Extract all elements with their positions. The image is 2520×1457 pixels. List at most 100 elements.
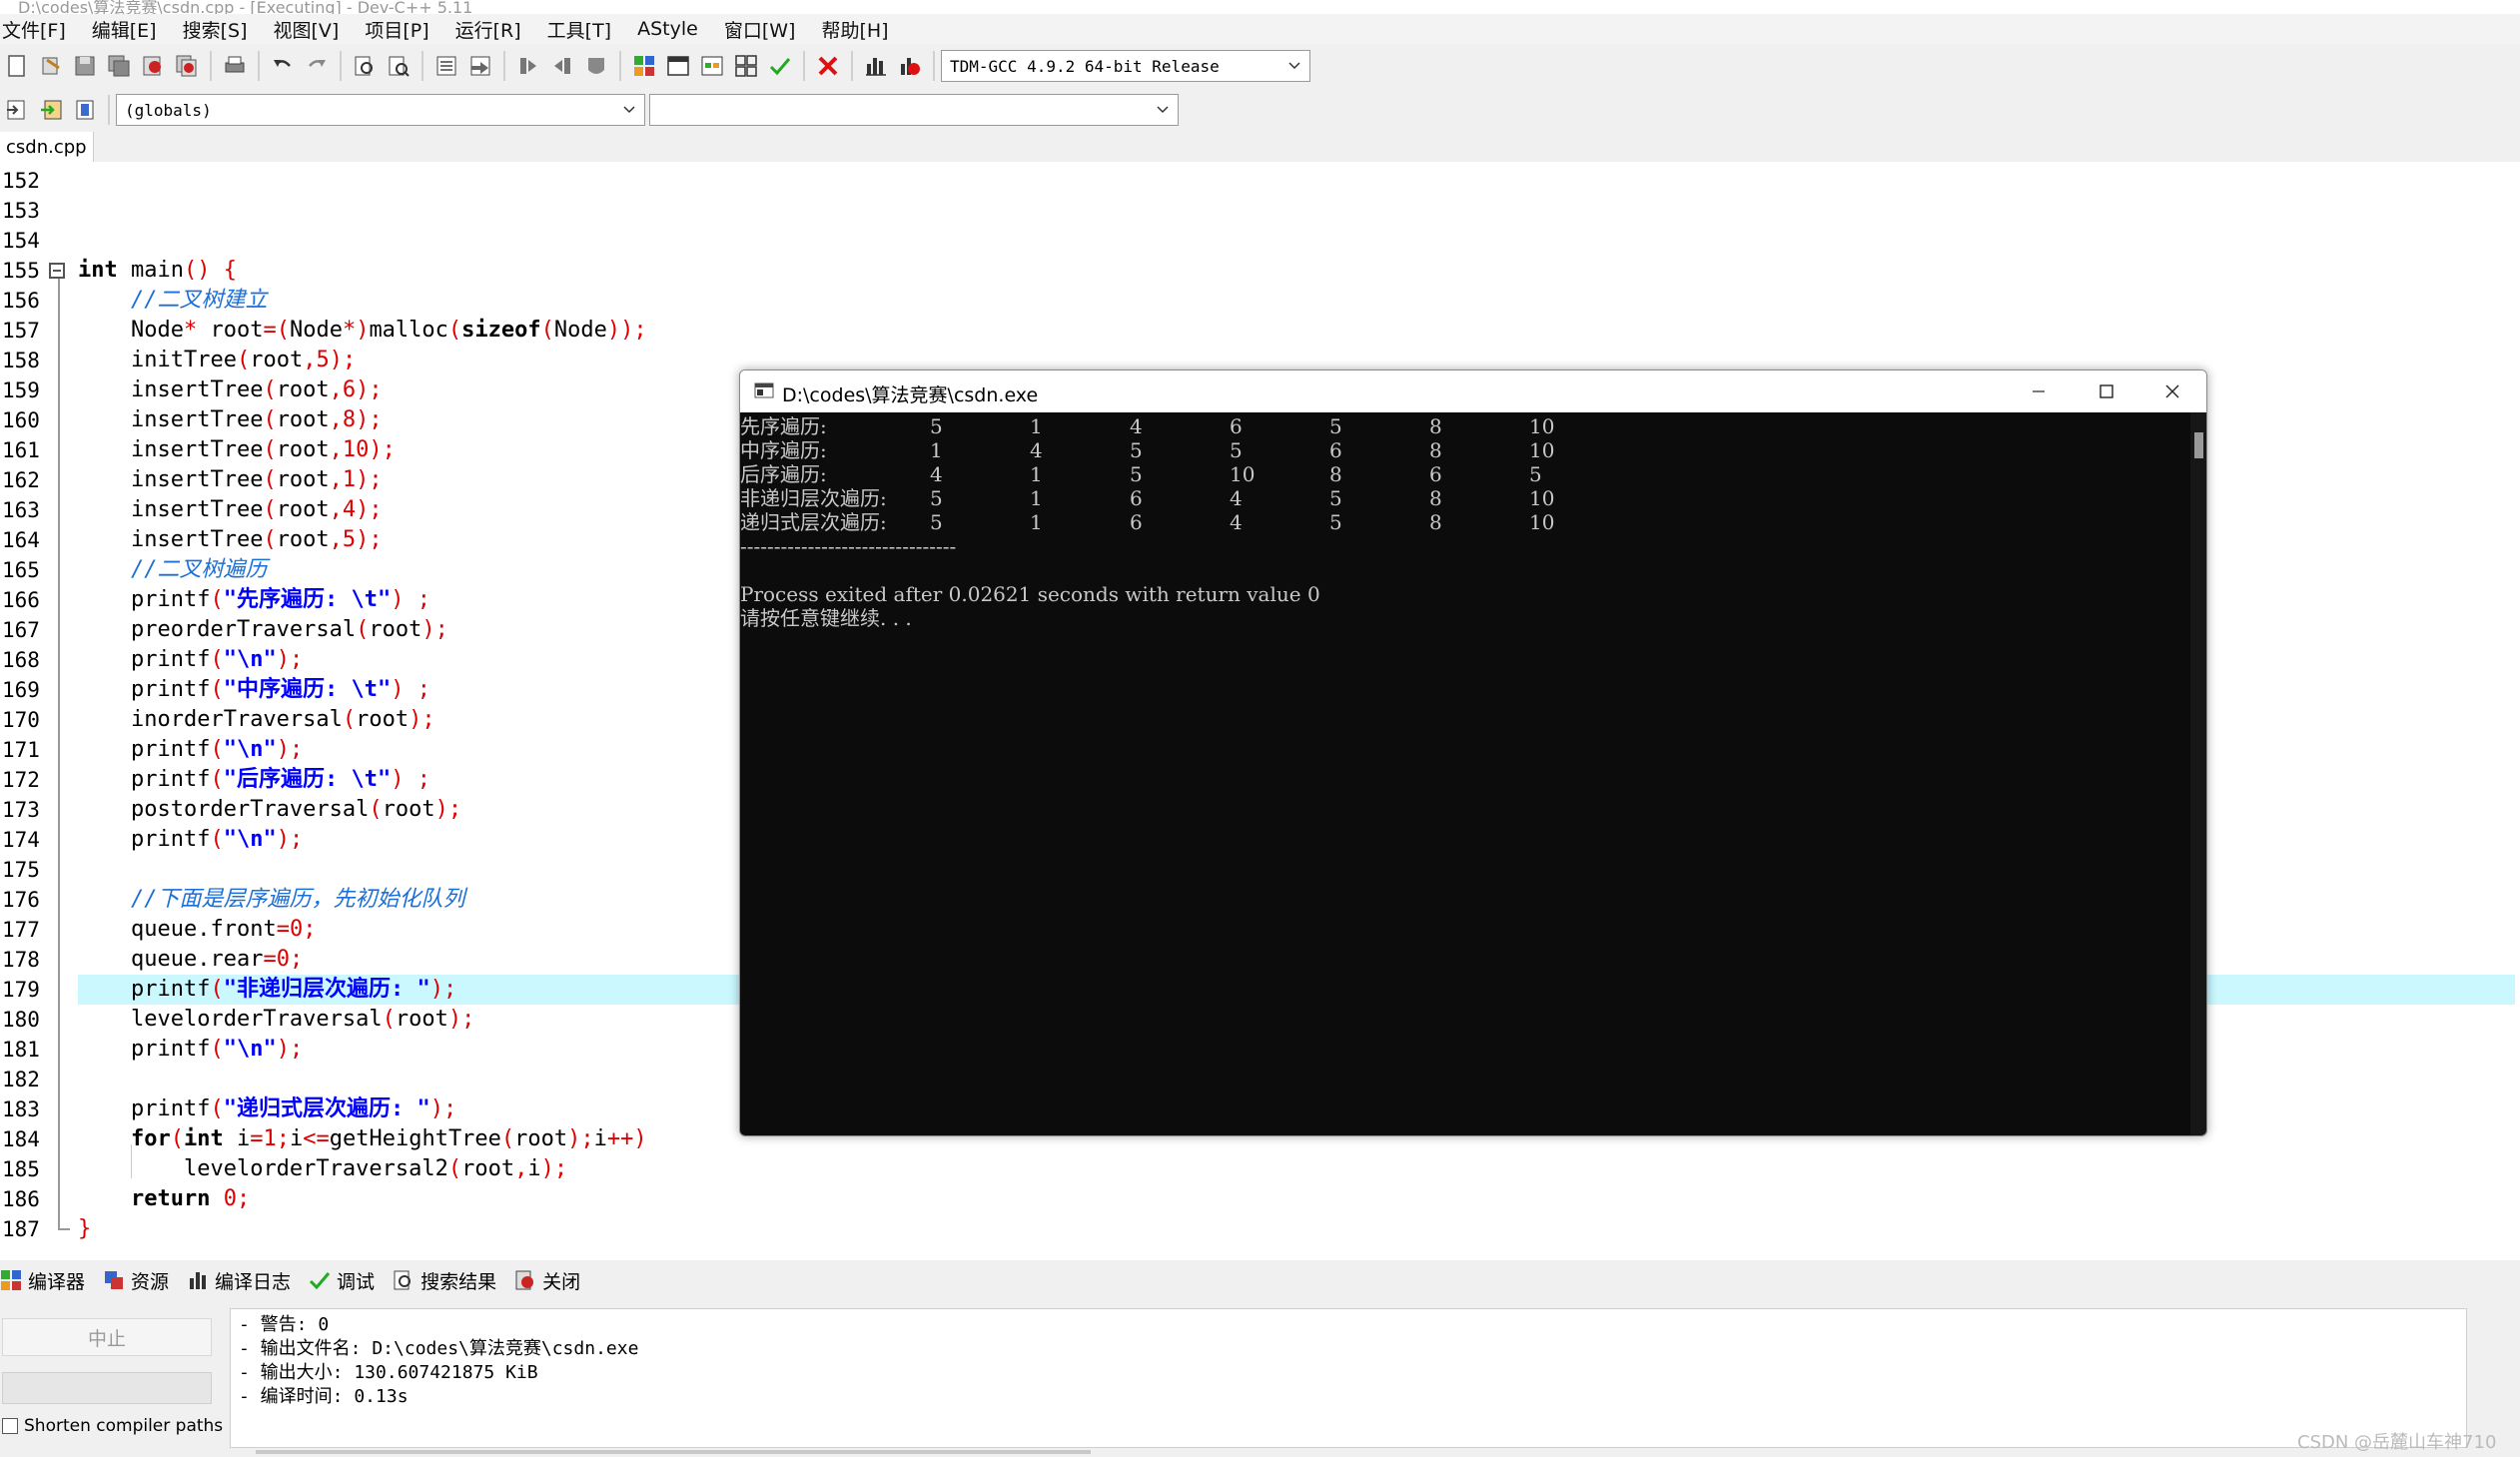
log-horizontal-scrollbar[interactable]	[256, 1450, 1091, 1454]
tab-close[interactable]: 关闭	[514, 1267, 580, 1294]
compile-button[interactable]	[630, 52, 658, 80]
console-scrollbar-thumb[interactable]	[2194, 432, 2203, 458]
code-line[interactable]: return 0;	[78, 1184, 250, 1214]
toolbar-separator	[933, 51, 935, 81]
code-line[interactable]: printf("\n");	[78, 645, 303, 675]
code-line[interactable]: initTree(root,5);	[78, 346, 356, 375]
menu-item[interactable]: 窗口[W]	[722, 16, 806, 43]
console-window[interactable]: D:\codes\算法竞赛\csdn.exe 先序遍历: 5 1 4 6 5 8 10 中序遍历…	[739, 369, 2207, 1136]
bottom-panel-tabs: 编译器 资源 编译日志 调试 搜索结果 关闭	[0, 1260, 2520, 1300]
code-line[interactable]: levelorderTraversal2(root,i);	[78, 1154, 567, 1184]
menu-item[interactable]: 视图[V]	[272, 16, 350, 43]
run-button[interactable]	[664, 52, 692, 80]
code-line[interactable]: levelorderTraversal(root);	[78, 1005, 474, 1035]
code-line[interactable]: }	[78, 1214, 91, 1244]
new-file-button[interactable]	[3, 52, 31, 80]
code-line[interactable]: inorderTraversal(root);	[78, 705, 435, 735]
code-line[interactable]: insertTree(root,8);	[78, 405, 383, 435]
code-line[interactable]: queue.rear=0;	[78, 945, 303, 975]
code-line[interactable]: printf("\n");	[78, 825, 303, 855]
line-number: 170	[2, 708, 40, 732]
watermark: CSDN @岳麓山车神710	[2297, 1432, 2497, 1453]
comment-button[interactable]	[582, 52, 610, 80]
compile-log-output[interactable]: - 警告: 0 - 输出文件名: D:\codes\算法竞赛\csdn.exe - …	[230, 1308, 2467, 1448]
code-line[interactable]: for(int i=1;i<=getHeightTree(root);i++)	[78, 1124, 647, 1154]
code-line[interactable]: Node* root=(Node*)malloc(sizeof(Node));	[78, 316, 647, 346]
code-line[interactable]: queue.front=0;	[78, 915, 316, 945]
tab-compiler[interactable]: 编译器	[0, 1267, 85, 1294]
menu-item[interactable]: 文件[F]	[0, 16, 76, 43]
resources-icon	[105, 1271, 124, 1289]
goto-line-button[interactable]	[432, 52, 460, 80]
find-button[interactable]	[351, 52, 379, 80]
tab-compile-log[interactable]: 编译日志	[187, 1267, 291, 1294]
code-line[interactable]: printf("中序遍历: \t") ;	[78, 675, 430, 705]
code-line[interactable]: preorderTraversal(root);	[78, 615, 448, 645]
code-line[interactable]: //二叉树遍历	[78, 555, 268, 585]
print-button[interactable]	[221, 52, 249, 80]
console-value: 10	[1529, 438, 1555, 462]
menu-item[interactable]: 工具[T]	[545, 16, 621, 43]
stop-execution-button[interactable]	[814, 52, 842, 80]
menu-item[interactable]: 搜索[S]	[181, 16, 258, 43]
menu-item[interactable]: 帮助[H]	[819, 16, 898, 43]
menu-item[interactable]: 项目[P]	[363, 16, 438, 43]
abort-button[interactable]: 中止	[2, 1318, 212, 1356]
open-file-button[interactable]	[37, 52, 65, 80]
delete-profile-button[interactable]	[896, 52, 924, 80]
code-line[interactable]: printf("先序遍历: \t") ;	[78, 585, 430, 615]
close-file-button[interactable]	[139, 52, 167, 80]
console-title-bar[interactable]: D:\codes\算法竞赛\csdn.exe	[740, 370, 2206, 412]
compile-run-button[interactable]	[698, 52, 726, 80]
profile-button[interactable]	[862, 52, 890, 80]
symbol-select[interactable]	[649, 94, 1179, 126]
code-line[interactable]: printf("\n");	[78, 735, 303, 765]
shorten-paths-option[interactable]: Shorten compiler paths	[2, 1416, 223, 1436]
line-number: 176	[2, 888, 40, 912]
code-line[interactable]: postorderTraversal(root);	[78, 795, 461, 825]
insert-button[interactable]	[3, 96, 31, 124]
rebuild-all-button[interactable]	[732, 52, 760, 80]
goto-declaration-button[interactable]	[37, 96, 65, 124]
console-output[interactable]: 先序遍历: 5 1 4 6 5 8 10 中序遍历: 1 4 5 5 6 8 10 后序遍历: 4 1 5 10 8 6 5 非…	[740, 412, 2190, 1135]
code-line[interactable]: printf("递归式层次遍历: ");	[78, 1094, 456, 1124]
console-scrollbar[interactable]	[2190, 412, 2206, 1135]
fold-collapse-icon[interactable]	[49, 263, 65, 279]
undo-button[interactable]	[269, 52, 297, 80]
toggle-bookmark-button[interactable]	[466, 52, 494, 80]
code-line[interactable]: insertTree(root,4);	[78, 495, 383, 525]
code-line[interactable]: insertTree(root,10);	[78, 435, 396, 465]
code-line[interactable]: //下面是层序遍历，先初始化队列	[78, 885, 465, 915]
menu-item[interactable]: 编辑[E]	[90, 16, 167, 43]
tab-search-results[interactable]: 搜索结果	[393, 1267, 496, 1294]
goto-definition-button[interactable]	[71, 96, 99, 124]
code-line[interactable]: insertTree(root,1);	[78, 465, 383, 495]
menu-item[interactable]: 运行[R]	[453, 16, 531, 43]
save-button[interactable]	[71, 52, 99, 80]
minimize-button[interactable]	[2005, 370, 2073, 412]
code-line[interactable]: int main() {	[78, 256, 237, 286]
menu-item[interactable]: AStyle	[635, 18, 708, 40]
line-number: 167	[2, 618, 40, 642]
indent-button[interactable]	[514, 52, 542, 80]
save-all-button[interactable]	[105, 52, 133, 80]
code-line[interactable]: //二叉树建立	[78, 286, 268, 316]
close-all-button[interactable]	[173, 52, 201, 80]
unindent-button[interactable]	[548, 52, 576, 80]
code-line[interactable]: printf("\n");	[78, 1035, 303, 1065]
scope-select[interactable]: (globals)	[116, 94, 645, 126]
maximize-button[interactable]	[2073, 370, 2140, 412]
close-button[interactable]	[2138, 370, 2206, 412]
code-line[interactable]: printf("非递归层次遍历: ");	[78, 975, 456, 1005]
code-line[interactable]: insertTree(root,6);	[78, 375, 383, 405]
shorten-paths-checkbox[interactable]	[2, 1418, 18, 1434]
tab-resources[interactable]: 资源	[103, 1267, 169, 1294]
tab-csdn-cpp[interactable]: csdn.cpp	[0, 132, 94, 162]
compiler-select[interactable]: TDM-GCC 4.9.2 64-bit Release	[941, 50, 1310, 82]
syntax-check-button[interactable]	[766, 52, 794, 80]
replace-button[interactable]	[385, 52, 413, 80]
code-line[interactable]: printf("后序遍历: \t") ;	[78, 765, 430, 795]
code-line[interactable]: insertTree(root,5);	[78, 525, 383, 555]
redo-button[interactable]	[303, 52, 331, 80]
tab-debug[interactable]: 调试	[309, 1267, 375, 1294]
